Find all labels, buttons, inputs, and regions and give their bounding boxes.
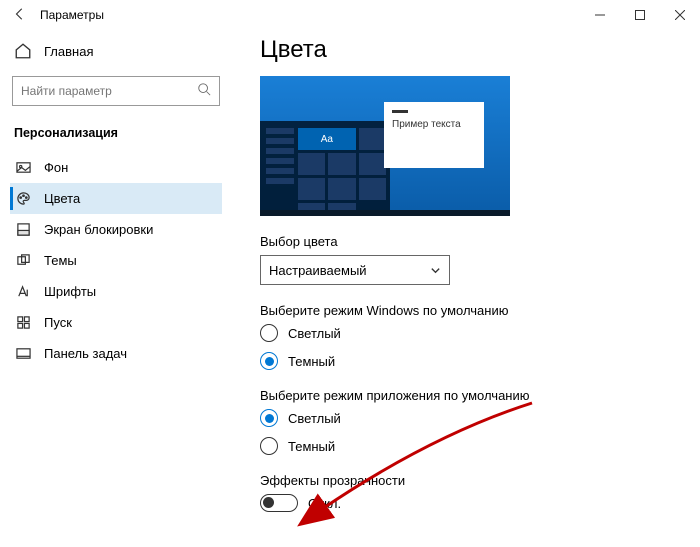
minimize-button[interactable] — [580, 0, 620, 30]
search-input[interactable] — [21, 84, 197, 98]
sidebar-item-background[interactable]: Фон — [10, 152, 222, 183]
content-area: Цвета Aa Пример текста Выбор цвета Настр… — [232, 30, 700, 547]
preview-window: Пример текста — [384, 102, 484, 168]
sidebar-item-taskbar[interactable]: Панель задач — [10, 338, 222, 369]
nav-label: Шрифты — [44, 284, 96, 299]
app-mode-dark[interactable]: Темный — [260, 437, 700, 455]
window-controls — [580, 0, 700, 30]
transparency-label: Эффекты прозрачности — [260, 473, 700, 488]
color-choice-label: Выбор цвета — [260, 234, 700, 249]
radio-label: Светлый — [288, 411, 341, 426]
image-icon — [14, 160, 32, 175]
close-button[interactable] — [660, 0, 700, 30]
windows-mode-dark[interactable]: Темный — [260, 352, 700, 370]
toggle-state-text: Откл. — [308, 496, 341, 511]
palette-icon — [14, 191, 32, 206]
sidebar-item-start[interactable]: Пуск — [10, 307, 222, 338]
nav-label: Пуск — [44, 315, 72, 330]
windows-mode-label: Выберите режим Windows по умолчанию — [260, 303, 700, 318]
app-mode-light[interactable]: Светлый — [260, 409, 700, 427]
preview-sample-text: Пример текста — [392, 119, 476, 130]
color-preview: Aa Пример текста — [260, 76, 510, 216]
window-title: Параметры — [40, 8, 104, 22]
chevron-down-icon — [430, 265, 441, 276]
color-choice-dropdown[interactable]: Настраиваемый — [260, 255, 450, 285]
themes-icon — [14, 253, 32, 268]
start-icon — [14, 315, 32, 330]
nav-label: Фон — [44, 160, 68, 175]
transparency-toggle[interactable] — [260, 494, 298, 512]
windows-mode-light[interactable]: Светлый — [260, 324, 700, 342]
nav-label: Экран блокировки — [44, 222, 153, 237]
taskbar-icon — [14, 346, 32, 361]
sidebar-item-themes[interactable]: Темы — [10, 245, 222, 276]
home-link[interactable]: Главная — [10, 36, 222, 66]
nav-label: Цвета — [44, 191, 80, 206]
search-icon — [197, 82, 211, 101]
radio-label: Темный — [288, 354, 335, 369]
search-box[interactable] — [12, 76, 220, 106]
radio-icon — [260, 409, 278, 427]
radio-icon — [260, 437, 278, 455]
dropdown-value: Настраиваемый — [269, 263, 367, 278]
lockscreen-icon — [14, 222, 32, 237]
radio-icon — [260, 352, 278, 370]
radio-icon — [260, 324, 278, 342]
fonts-icon — [14, 284, 32, 299]
page-title: Цвета — [260, 36, 700, 64]
nav-label: Темы — [44, 253, 77, 268]
section-header: Персонализация — [10, 122, 222, 152]
back-button[interactable] — [10, 7, 30, 24]
radio-label: Светлый — [288, 326, 341, 341]
nav-label: Панель задач — [44, 346, 127, 361]
preview-tile-aa: Aa — [298, 128, 356, 150]
maximize-button[interactable] — [620, 0, 660, 30]
radio-label: Темный — [288, 439, 335, 454]
sidebar-item-lockscreen[interactable]: Экран блокировки — [10, 214, 222, 245]
sidebar: Главная Персонализация Фон Цвета Экран б… — [0, 30, 232, 547]
home-label: Главная — [44, 44, 93, 59]
app-mode-label: Выберите режим приложения по умолчанию — [260, 388, 700, 403]
home-icon — [14, 42, 32, 60]
sidebar-item-fonts[interactable]: Шрифты — [10, 276, 222, 307]
sidebar-item-colors[interactable]: Цвета — [10, 183, 222, 214]
